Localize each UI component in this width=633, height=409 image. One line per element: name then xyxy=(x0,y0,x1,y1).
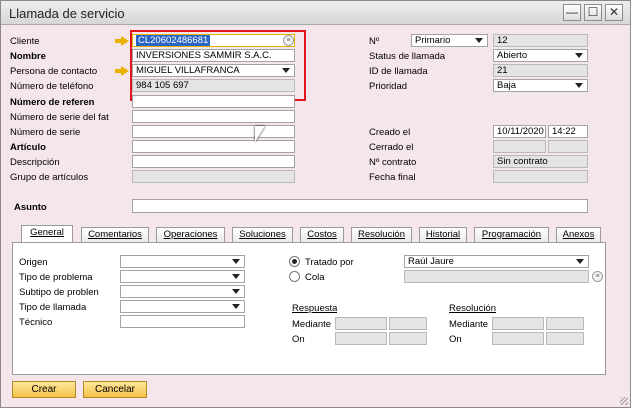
prioridad-label: Prioridad xyxy=(369,81,408,92)
tratado-por-label: Tratado por xyxy=(305,257,354,268)
tab-comentarios[interactable]: Comentarios xyxy=(81,227,149,242)
tab-resolucion[interactable]: Resolución xyxy=(351,227,412,242)
tipo-llamada-label: Tipo de llamada xyxy=(19,302,87,313)
asunto-field[interactable] xyxy=(132,199,588,213)
descripcion-field[interactable] xyxy=(132,155,295,168)
cola-field[interactable] xyxy=(404,270,589,283)
prioridad-select[interactable]: Baja xyxy=(493,79,588,92)
tab-costos[interactable]: Costos xyxy=(300,227,344,242)
cerrado-el-label: Cerrado el xyxy=(369,142,414,153)
tecnico-label: Técnico xyxy=(19,317,53,328)
subtipo-problema-select[interactable] xyxy=(120,285,245,298)
status-label: Status de llamada xyxy=(369,51,446,62)
tipo-problema-select[interactable] xyxy=(120,270,245,283)
link-arrow-icon[interactable] xyxy=(115,36,129,46)
highlight-box xyxy=(130,30,306,101)
numero-referencia-field[interactable] xyxy=(132,95,295,108)
numero-field[interactable]: 12 xyxy=(493,34,588,47)
cerrado-hora-field[interactable] xyxy=(548,140,588,153)
resolucion-mediante-extra-field[interactable] xyxy=(546,317,584,330)
window-title: Llamada de servicio xyxy=(9,6,125,21)
origen-label: Origen xyxy=(19,257,48,268)
resolucion-mediante-label: Mediante xyxy=(449,319,489,330)
id-llamada-label: ID de llamada xyxy=(369,66,428,77)
numero-serie-label: Número de serie xyxy=(10,127,81,138)
persona-contacto-label: Persona de contacto xyxy=(10,66,98,77)
cancelar-button[interactable]: Cancelar xyxy=(83,381,147,398)
tratado-por-select[interactable]: Raúl Jaure xyxy=(404,255,589,268)
crear-button[interactable]: Crear xyxy=(12,381,76,398)
choose-from-list-icon[interactable]: ≡ xyxy=(592,271,603,282)
close-button[interactable]: ✕ xyxy=(605,4,623,21)
service-call-window: Llamada de servicio — ☐ ✕ Cliente CL2060… xyxy=(0,0,631,408)
status-select[interactable]: Abierto xyxy=(493,49,588,62)
resolucion-mediante-field[interactable] xyxy=(492,317,544,330)
resolucion-on-date-field[interactable] xyxy=(492,332,544,345)
no-contrato-label: Nº contrato xyxy=(369,157,417,168)
tecnico-field[interactable] xyxy=(120,315,245,328)
creado-fecha-field[interactable]: 10/11/2020 xyxy=(493,125,546,138)
tab-programacion[interactable]: Programación xyxy=(474,227,549,242)
tab-general[interactable]: General xyxy=(21,225,73,243)
tratado-por-radio[interactable] xyxy=(289,256,300,267)
respuesta-mediante-field[interactable] xyxy=(335,317,387,330)
respuesta-heading: Respuesta xyxy=(292,303,338,314)
respuesta-on-date-field[interactable] xyxy=(335,332,387,345)
resolucion-heading: Resolución xyxy=(449,303,496,314)
descripcion-label: Descripción xyxy=(10,157,60,168)
creado-hora-field[interactable]: 14:22 xyxy=(548,125,588,138)
general-panel: Origen Tipo de problema Subtipo de probl… xyxy=(12,242,606,375)
asunto-label: Asunto xyxy=(14,202,47,213)
respuesta-mediante-extra-field[interactable] xyxy=(389,317,427,330)
tab-anexos[interactable]: Anexos xyxy=(556,227,601,242)
cola-label: Cola xyxy=(305,272,325,283)
grupo-articulos-field[interactable] xyxy=(132,170,295,183)
resize-grip-icon[interactable] xyxy=(620,397,628,405)
origen-select[interactable] xyxy=(120,255,245,268)
subtipo-problema-label: Subtipo de problen xyxy=(19,287,99,298)
nombre-label: Nombre xyxy=(10,51,46,62)
no-contrato-field[interactable]: Sin contrato xyxy=(493,155,588,168)
respuesta-on-label: On xyxy=(292,334,305,345)
link-arrow-icon[interactable] xyxy=(115,66,129,76)
creado-el-label: Creado el xyxy=(369,127,411,138)
cerrado-fecha-field[interactable] xyxy=(493,140,546,153)
id-llamada-field[interactable]: 21 xyxy=(493,64,588,77)
numero-serie-fab-field[interactable] xyxy=(132,110,295,123)
articulo-field[interactable] xyxy=(132,140,295,153)
resolucion-on-time-field[interactable] xyxy=(546,332,584,345)
resolucion-on-label: On xyxy=(449,334,462,345)
tab-operaciones[interactable]: Operaciones xyxy=(156,227,225,242)
numero-label: Nº xyxy=(369,36,380,47)
numero-referencia-label: Número de referen xyxy=(10,97,95,108)
tipo-problema-label: Tipo de problema xyxy=(19,272,93,283)
title-bar[interactable]: Llamada de servicio — ☐ ✕ xyxy=(1,1,630,25)
telefono-label: Número de teléfono xyxy=(10,81,94,92)
fecha-final-field[interactable] xyxy=(493,170,588,183)
respuesta-on-time-field[interactable] xyxy=(389,332,427,345)
grupo-articulos-label: Grupo de artículos xyxy=(10,172,89,183)
articulo-label: Artículo xyxy=(10,142,46,153)
numero-serie-fab-label: Número de serie del fat xyxy=(10,112,109,123)
cola-radio[interactable] xyxy=(289,271,300,282)
numero-series-select[interactable]: Primario xyxy=(411,34,488,47)
tab-soluciones[interactable]: Soluciones xyxy=(232,227,293,242)
tab-historial[interactable]: Historial xyxy=(419,227,467,242)
cliente-label: Cliente xyxy=(10,36,40,47)
numero-serie-field[interactable] xyxy=(132,125,295,138)
respuesta-mediante-label: Mediante xyxy=(292,319,332,330)
mouse-cursor-icon xyxy=(255,126,265,142)
fecha-final-label: Fecha final xyxy=(369,172,416,183)
minimize-button[interactable]: — xyxy=(563,4,581,21)
maximize-button[interactable]: ☐ xyxy=(584,4,602,21)
tipo-llamada-select[interactable] xyxy=(120,300,245,313)
